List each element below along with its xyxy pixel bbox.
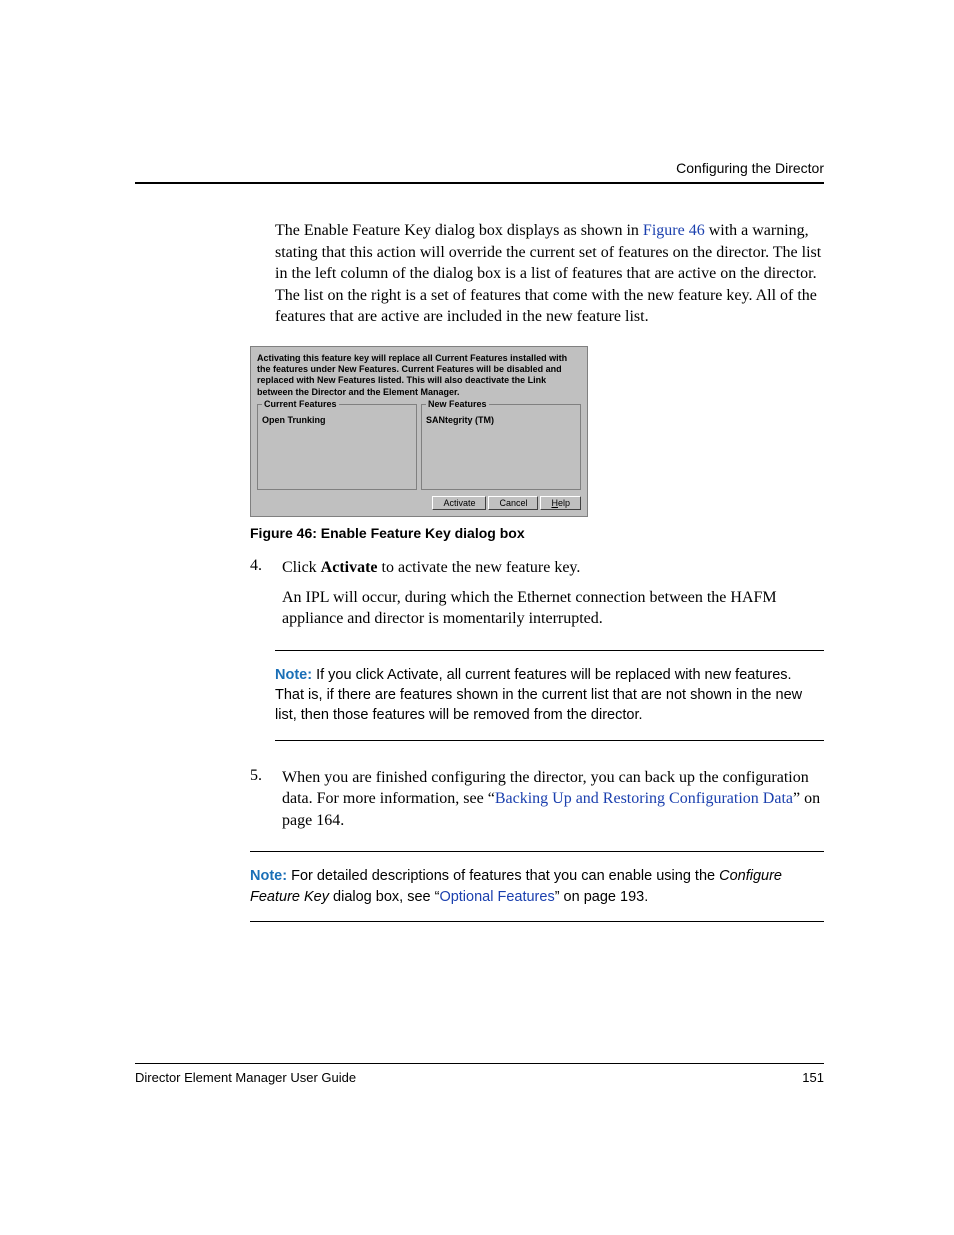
note-1: Note: If you click Activate, all current…: [275, 650, 824, 741]
current-feature-item: Open Trunking: [262, 415, 412, 425]
figure-link[interactable]: Figure 46: [643, 222, 705, 239]
cancel-button[interactable]: Cancel: [488, 496, 538, 510]
backup-restore-link[interactable]: Backing Up and Restoring Configuration D…: [495, 790, 793, 807]
help-button[interactable]: Help: [540, 496, 581, 510]
running-head: Configuring the Director: [135, 160, 824, 176]
header-rule: [135, 182, 824, 184]
step4-sub: An IPL will occur, during which the Ethe…: [282, 587, 824, 630]
page-number: 151: [802, 1070, 824, 1085]
step4-before: Click: [282, 559, 321, 576]
note-1-label: Note:: [275, 667, 312, 683]
enable-feature-key-dialog: Activating this feature key will replace…: [250, 346, 588, 517]
step4-after: to activate the new feature key.: [378, 559, 581, 576]
note2-before-italic: For detailed descriptions of features th…: [287, 868, 719, 884]
footer-title: Director Element Manager User Guide: [135, 1070, 356, 1085]
activate-button[interactable]: Activate: [432, 496, 486, 510]
intro-paragraph: The Enable Feature Key dialog box displa…: [275, 220, 824, 328]
note-2-label: Note:: [250, 868, 287, 884]
dialog-warning-text: Activating this feature key will replace…: [257, 353, 581, 398]
current-features-legend: Current Features: [262, 399, 339, 409]
optional-features-link[interactable]: Optional Features: [439, 889, 554, 905]
current-features-panel: Current Features Open Trunking: [257, 404, 417, 490]
new-features-legend: New Features: [426, 399, 489, 409]
page-footer: Director Element Manager User Guide 151: [135, 1063, 824, 1085]
note2-mid: dialog box, see “: [329, 889, 439, 905]
new-features-panel: New Features SANtegrity (TM): [421, 404, 581, 490]
step-4: 4. Click Activate to activate the new fe…: [250, 557, 824, 630]
figure-caption: Figure 46: Enable Feature Key dialog box: [250, 525, 824, 541]
step-4-number: 4.: [250, 557, 268, 630]
note-2: Note: For detailed descriptions of featu…: [250, 851, 824, 922]
new-feature-item: SANtegrity (TM): [426, 415, 576, 425]
step-5-number: 5.: [250, 767, 268, 832]
intro-text-before: The Enable Feature Key dialog box displa…: [275, 222, 643, 239]
note2-after: ” on page 193.: [555, 889, 649, 905]
help-button-rest: elp: [558, 498, 570, 508]
step-5: 5. When you are finished configuring the…: [250, 767, 824, 832]
note-1-text: If you click Activate, all current featu…: [275, 667, 802, 724]
step4-bold: Activate: [321, 559, 378, 576]
